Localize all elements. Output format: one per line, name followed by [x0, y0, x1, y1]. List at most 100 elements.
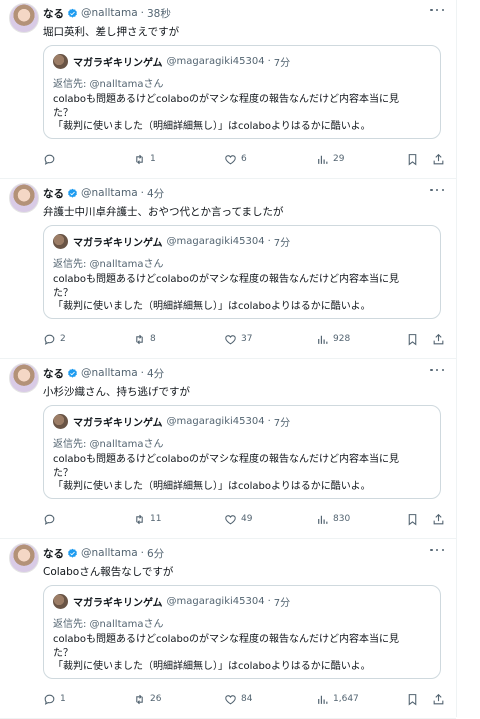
views-button[interactable]: 830 [316, 512, 350, 526]
tweet[interactable]: なる @nalltama · 38秒 堀口英利、差し押さえですが マガラギキリン… [0, 0, 456, 179]
retweet-button[interactable]: 1 [133, 152, 156, 166]
tweet-text: 小杉沙織さん、持ち逃げですが [43, 386, 190, 398]
bookmark-button[interactable] [406, 332, 419, 346]
separator-dot: · [140, 547, 144, 559]
author-handle[interactable]: @nalltama [81, 547, 138, 559]
reply-icon [44, 154, 55, 165]
quoted-reply-to: 返信先: @nalltamaさん [53, 79, 164, 90]
tweet-actions: 2 8 37 928 [43, 332, 445, 346]
reply-button[interactable] [43, 512, 60, 526]
author-handle[interactable]: @nalltama [81, 7, 138, 19]
more-icon[interactable] [430, 364, 444, 376]
author-name[interactable]: なる [43, 186, 64, 201]
views-button[interactable]: 928 [316, 332, 350, 346]
bookmark-button[interactable] [406, 512, 419, 526]
tweet-header: なる @nalltama · 4分 [43, 186, 164, 200]
tweet-header: なる @nalltama · 4分 [43, 366, 164, 380]
tweet-time[interactable]: 4分 [147, 366, 164, 381]
like-button[interactable]: 49 [224, 512, 252, 526]
share-button[interactable] [432, 332, 445, 346]
avatar[interactable] [9, 3, 39, 33]
quoted-text-line: 「裁判に使いました（明細詳細無し）」はcolaboよりはるかに酷いよ。 [53, 301, 371, 312]
quoted-tweet[interactable]: マガラギキリンゲム @magaragiki45304 · 7分 返信先: @na… [43, 225, 441, 319]
author-name[interactable]: なる [43, 546, 64, 561]
like-icon [225, 694, 236, 704]
bookmark-icon [408, 333, 417, 345]
quoted-author-name: マガラギキリンゲム [73, 237, 163, 249]
share-button[interactable] [432, 152, 445, 166]
reply-button[interactable] [43, 152, 60, 166]
views-icon [318, 515, 328, 524]
reply-button[interactable]: 1 [43, 692, 66, 706]
more-icon[interactable] [430, 184, 444, 196]
quoted-tweet[interactable]: マガラギキリンゲム @magaragiki45304 · 7分 返信先: @na… [43, 585, 441, 679]
share-icon [433, 693, 444, 704]
like-button[interactable]: 84 [224, 692, 252, 706]
tweet-actions: 1 6 29 [43, 152, 445, 166]
views-button[interactable]: 1,647 [316, 692, 359, 706]
quoted-author-handle: @magaragiki45304 [166, 595, 265, 607]
retweet-icon [136, 694, 143, 704]
quoted-author-name: マガラギキリンゲム [73, 57, 163, 69]
quoted-text-line: 「裁判に使いました（明細詳細無し）」はcolaboよりはるかに酷いよ。 [53, 481, 371, 492]
quoted-text-line: colaboも問題あるけどcolaboのがマシな程度の報告なんだけど内容本当に見 [53, 634, 399, 645]
tweet[interactable]: なる @nalltama · 4分 小杉沙織さん、持ち逃げですが マガラギキリン… [0, 360, 456, 539]
tweet[interactable]: なる @nalltama · 6分 Colaboさん報告なしですが マガラギキリ… [0, 540, 456, 719]
quoted-avatar [53, 234, 68, 249]
retweet-button[interactable]: 8 [133, 332, 156, 346]
reply-button[interactable]: 2 [43, 332, 66, 346]
separator-dot: · [267, 415, 271, 427]
separator-dot: · [267, 595, 271, 607]
quoted-text-line: colaboも問題あるけどcolaboのがマシな程度の報告なんだけど内容本当に見 [53, 454, 399, 465]
quoted-text-line: colaboも問題あるけどcolaboのがマシな程度の報告なんだけど内容本当に見 [53, 94, 399, 105]
share-button[interactable] [432, 512, 445, 526]
retweet-icon [136, 514, 143, 524]
retweet-count: 11 [150, 514, 162, 524]
reply-icon [44, 694, 55, 705]
author-name[interactable]: なる [43, 366, 64, 381]
reply-count: 1 [60, 694, 66, 704]
share-button[interactable] [432, 692, 445, 706]
author-handle[interactable]: @nalltama [81, 367, 138, 379]
more-icon[interactable] [430, 544, 444, 556]
author-handle[interactable]: @nalltama [81, 187, 138, 199]
views-button[interactable]: 29 [316, 152, 344, 166]
tweet-actions: 11 49 830 [43, 512, 445, 526]
quoted-tweet[interactable]: マガラギキリンゲム @magaragiki45304 · 7分 返信先: @na… [43, 405, 441, 499]
tweet-text: Colaboさん報告なしですが [43, 566, 174, 578]
bookmark-button[interactable] [406, 152, 419, 166]
retweet-icon [136, 334, 143, 344]
quoted-time: 7分 [273, 57, 291, 69]
quoted-text-line: colaboも問題あるけどcolaboのがマシな程度の報告なんだけど内容本当に見 [53, 274, 399, 285]
tweet-time[interactable]: 4分 [147, 186, 164, 201]
quoted-avatar [53, 414, 68, 429]
like-count: 84 [241, 694, 253, 704]
like-count: 49 [241, 514, 253, 524]
retweet-count: 8 [150, 334, 156, 344]
quoted-author-name: マガラギキリンゲム [73, 417, 163, 429]
tweet-time[interactable]: 6分 [147, 546, 164, 561]
verified-badge-icon [68, 548, 77, 558]
views-icon [318, 335, 328, 344]
retweet-button[interactable]: 11 [133, 512, 161, 526]
retweet-icon [136, 154, 143, 164]
like-button[interactable]: 6 [224, 152, 247, 166]
avatar[interactable] [9, 183, 39, 213]
avatar[interactable] [9, 363, 39, 393]
like-button[interactable]: 37 [224, 332, 252, 346]
quoted-text: colaboも問題あるけどcolaboのがマシな程度の報告なんだけど内容本当に見… [53, 453, 438, 494]
tweet-time[interactable]: 38秒 [147, 6, 171, 21]
quoted-tweet[interactable]: マガラギキリンゲム @magaragiki45304 · 7分 返信先: @na… [43, 45, 441, 139]
quoted-text-line: た？ [53, 647, 73, 659]
more-icon[interactable] [430, 4, 444, 16]
reply-icon [44, 334, 55, 345]
author-name[interactable]: なる [43, 6, 64, 21]
bookmark-button[interactable] [406, 692, 419, 706]
retweet-button[interactable]: 26 [133, 692, 161, 706]
avatar[interactable] [9, 543, 39, 573]
like-icon [225, 154, 236, 164]
views-icon [318, 695, 328, 704]
tweet[interactable]: なる @nalltama · 4分 弁護士中川卓弁護士、おやつ代とか言ってました… [0, 180, 456, 359]
quoted-author-handle: @magaragiki45304 [166, 235, 265, 247]
quoted-avatar [53, 594, 68, 609]
